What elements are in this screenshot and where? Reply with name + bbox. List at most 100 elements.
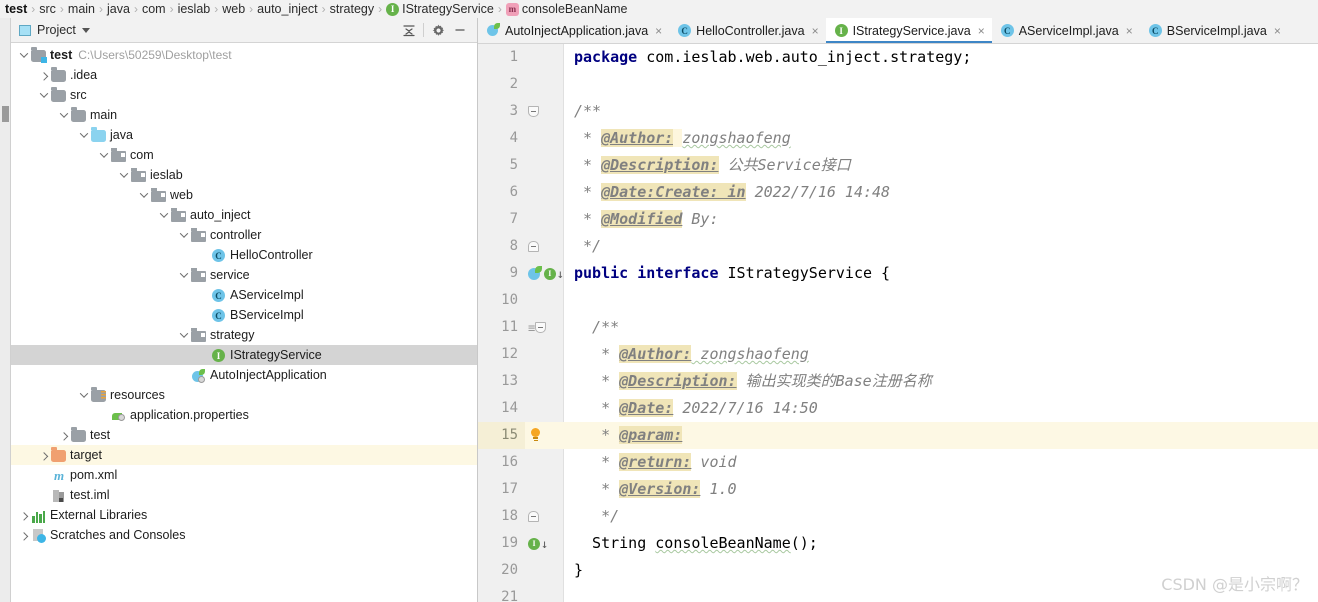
tree-twisty-collapsed[interactable]: [37, 445, 51, 465]
tree-node-resources[interactable]: resources: [11, 385, 477, 405]
gutter-marks[interactable]: [525, 503, 564, 530]
close-icon[interactable]: ×: [812, 25, 819, 37]
tree-twisty-expanded[interactable]: [77, 385, 91, 405]
breadcrumb-item-web[interactable]: web: [219, 0, 248, 18]
code-line[interactable]: 3 /**: [478, 98, 1318, 125]
editor-tab-hellocontroller-java[interactable]: C HelloController.java ×: [669, 18, 825, 43]
code-line[interactable]: 19 I ↓ String consoleBeanName();: [478, 530, 1318, 557]
close-icon[interactable]: ×: [1126, 25, 1133, 37]
gutter-marks[interactable]: [525, 71, 564, 98]
tree-twisty-collapsed[interactable]: [17, 525, 31, 545]
tree-node-controller[interactable]: controller: [11, 225, 477, 245]
tree-twisty-expanded[interactable]: [137, 185, 151, 205]
tree-twisty-expanded[interactable]: [77, 125, 91, 145]
code-line[interactable]: 4 * @Author: zongshaofeng: [478, 125, 1318, 152]
gutter-marks[interactable]: [525, 179, 564, 206]
tree-node-test-iml[interactable]: test.iml: [11, 485, 477, 505]
gutter-marks[interactable]: [525, 368, 564, 395]
code-line-text[interactable]: * @param:: [564, 422, 1318, 449]
intention-bulb-icon[interactable]: [528, 428, 542, 443]
tree-node-main[interactable]: main: [11, 105, 477, 125]
collapse-all-icon[interactable]: [398, 19, 420, 41]
editor-tab-bar[interactable]: AutoInjectApplication.java × C HelloControl…: [478, 18, 1318, 44]
tree-twisty-expanded[interactable]: [177, 265, 191, 285]
code-line-text[interactable]: * @Version: 1.0: [564, 476, 1318, 503]
editor-tab-autoinjectapplication-java[interactable]: AutoInjectApplication.java ×: [478, 18, 669, 43]
code-fold-icon[interactable]: [528, 241, 539, 252]
breadcrumb-item-auto-inject[interactable]: auto_inject: [254, 0, 320, 18]
code-line[interactable]: 7 * @Modified By:: [478, 206, 1318, 233]
gutter-marks[interactable]: [525, 152, 564, 179]
gutter-marks[interactable]: [525, 206, 564, 233]
tree-node-external-libraries[interactable]: External Libraries: [11, 505, 477, 525]
code-line[interactable]: 8 */: [478, 233, 1318, 260]
code-line-text[interactable]: * @Date:Create: in 2022/7/16 14:48: [564, 179, 1318, 206]
gutter-marks[interactable]: I ↓: [525, 260, 564, 287]
code-fold-icon[interactable]: [535, 322, 547, 333]
tree-twisty-expanded[interactable]: [37, 85, 51, 105]
tree-twisty-expanded[interactable]: [57, 105, 71, 125]
code-line[interactable]: 15 * @param:: [478, 422, 1318, 449]
code-line[interactable]: 5 * @Description: 公共Service接口: [478, 152, 1318, 179]
code-line-text[interactable]: * @Author: zongshaofeng: [564, 341, 1318, 368]
tree-twisty-expanded[interactable]: [157, 205, 171, 225]
code-line[interactable]: 18 */: [478, 503, 1318, 530]
breadcrumb-item-test[interactable]: test: [2, 0, 30, 18]
tree-node-service[interactable]: service: [11, 265, 477, 285]
gutter-marks[interactable]: [525, 341, 564, 368]
code-line-text[interactable]: /**: [564, 314, 1318, 341]
spring-bean-gutter-icon[interactable]: [528, 266, 542, 281]
tree-node-com[interactable]: com: [11, 145, 477, 165]
tree-node-application-properties[interactable]: application.properties: [11, 405, 477, 425]
code-line-text[interactable]: * @Description: 输出实现类的Base注册名称: [564, 368, 1318, 395]
editor-tab-aserviceimpl-java[interactable]: C AServiceImpl.java ×: [992, 18, 1140, 43]
tree-twisty-expanded[interactable]: [97, 145, 111, 165]
tree-twisty-expanded[interactable]: [177, 225, 191, 245]
tree-node-target[interactable]: target: [11, 445, 477, 465]
breadcrumb-item-ieslab[interactable]: ieslab: [175, 0, 214, 18]
tree-twisty-expanded[interactable]: [17, 45, 31, 65]
implemented-by-gutter-icon[interactable]: I ↓: [528, 537, 548, 550]
tree-node-java[interactable]: java: [11, 125, 477, 145]
code-line[interactable]: 12 * @Author: zongshaofeng: [478, 341, 1318, 368]
code-line-text[interactable]: public interface IStrategyService {: [564, 260, 1318, 287]
gutter-marks[interactable]: [525, 395, 564, 422]
editor-tab-istrategyservice-java[interactable]: I IStrategyService.java ×: [825, 18, 992, 43]
gutter-marks[interactable]: [525, 557, 564, 584]
code-line-text[interactable]: String consoleBeanName();: [564, 530, 1318, 557]
close-icon[interactable]: ×: [1274, 25, 1281, 37]
breadcrumb-item-java[interactable]: java: [104, 0, 133, 18]
code-line[interactable]: 1 package com.ieslab.web.auto_inject.stra…: [478, 44, 1318, 71]
tree-node-auto-inject[interactable]: auto_inject: [11, 205, 477, 225]
tree-node-web[interactable]: web: [11, 185, 477, 205]
code-line-text[interactable]: */: [564, 233, 1318, 260]
minimize-icon[interactable]: [449, 19, 471, 41]
tree-node-src[interactable]: src: [11, 85, 477, 105]
code-line-text[interactable]: */: [564, 503, 1318, 530]
chevron-down-icon[interactable]: [81, 27, 90, 33]
code-line-text[interactable]: * @Description: 公共Service接口: [564, 152, 1318, 179]
code-line[interactable]: 10: [478, 287, 1318, 314]
code-line-text[interactable]: * @Author: zongshaofeng: [564, 125, 1318, 152]
gutter-marks[interactable]: [525, 449, 564, 476]
code-line[interactable]: 9 I ↓ public interface IStrategyService {: [478, 260, 1318, 287]
breadcrumb-item-consolebeanname[interactable]: m consoleBeanName: [503, 0, 631, 18]
editor-tab-bserviceimpl-java[interactable]: C BServiceImpl.java ×: [1140, 18, 1288, 43]
gutter-marks[interactable]: [525, 44, 564, 71]
code-line[interactable]: 13 * @Description: 输出实现类的Base注册名称: [478, 368, 1318, 395]
gutter-marks[interactable]: [525, 476, 564, 503]
code-line[interactable]: 11 ≡ /**: [478, 314, 1318, 341]
tool-strip-scroll-thumb[interactable]: [2, 106, 9, 122]
tree-node-istrategyservice[interactable]: I IStrategyService: [11, 345, 477, 365]
code-lines[interactable]: 1 package com.ieslab.web.auto_inject.stra…: [478, 44, 1318, 602]
close-icon[interactable]: ×: [978, 25, 985, 37]
breadcrumb-item-strategy[interactable]: strategy: [327, 0, 377, 18]
code-line-text[interactable]: * @Date: 2022/7/16 14:50: [564, 395, 1318, 422]
tree-node-strategy[interactable]: strategy: [11, 325, 477, 345]
breadcrumb-item-com[interactable]: com: [139, 0, 169, 18]
tree-node-aserviceimpl[interactable]: C AServiceImpl: [11, 285, 477, 305]
project-tree[interactable]: test C:\Users\50259\Desktop\test .idea src m…: [11, 43, 477, 545]
settings-gear-icon[interactable]: [427, 19, 449, 41]
code-line[interactable]: 2: [478, 71, 1318, 98]
gutter-marks[interactable]: [525, 422, 564, 449]
